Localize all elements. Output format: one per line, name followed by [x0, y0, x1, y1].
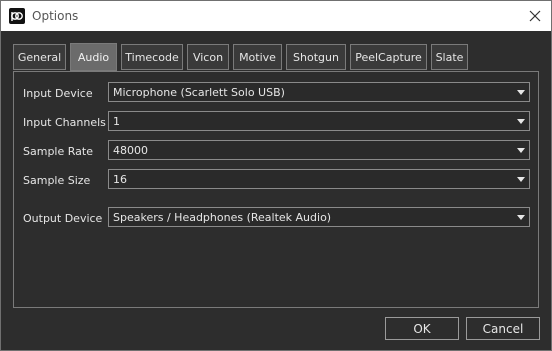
output-device-label: Output Device — [23, 212, 103, 225]
input-channels-select[interactable]: 1 — [108, 111, 530, 131]
sample-rate-value: 48000 — [113, 144, 148, 157]
input-channels-value: 1 — [113, 115, 120, 128]
chevron-down-icon — [517, 177, 525, 182]
chevron-down-icon — [517, 215, 525, 220]
tab-vicon[interactable]: Vicon — [187, 44, 229, 70]
audio-settings-panel — [13, 71, 539, 308]
output-device-select[interactable]: Speakers / Headphones (Realtek Audio) — [108, 207, 530, 227]
tab-slate[interactable]: Slate — [431, 44, 468, 70]
tab-motive[interactable]: Motive — [233, 44, 282, 70]
close-button[interactable] — [519, 1, 551, 31]
input-device-select[interactable]: Microphone (Scarlett Solo USB) — [108, 82, 530, 102]
sample-rate-label: Sample Rate — [23, 145, 93, 158]
tab-shotgun[interactable]: Shotgun — [286, 44, 346, 70]
sample-rate-select[interactable]: 48000 — [108, 140, 530, 160]
title-bar: Options — [1, 1, 551, 31]
tab-general[interactable]: General — [13, 44, 66, 70]
chevron-down-icon — [517, 148, 525, 153]
tab-peelcapture[interactable]: PeelCapture — [350, 44, 427, 70]
ok-button[interactable]: OK — [385, 317, 459, 340]
tab-audio[interactable]: Audio — [70, 43, 117, 71]
input-device-label: Input Device — [23, 87, 93, 100]
sample-size-select[interactable]: 16 — [108, 169, 530, 189]
app-logo-icon — [9, 8, 25, 24]
input-channels-label: Input Channels — [23, 116, 106, 129]
tab-timecode[interactable]: Timecode — [121, 44, 183, 70]
window-title: Options — [32, 9, 79, 23]
chevron-down-icon — [517, 90, 525, 95]
sample-size-value: 16 — [113, 173, 127, 186]
close-icon — [529, 10, 541, 22]
input-device-value: Microphone (Scarlett Solo USB) — [113, 86, 285, 99]
cancel-button[interactable]: Cancel — [466, 317, 540, 340]
chevron-down-icon — [517, 119, 525, 124]
sample-size-label: Sample Size — [23, 174, 91, 187]
output-device-value: Speakers / Headphones (Realtek Audio) — [113, 211, 332, 224]
options-dialog: Options General Audio Timecode Vicon Mot… — [0, 0, 552, 351]
